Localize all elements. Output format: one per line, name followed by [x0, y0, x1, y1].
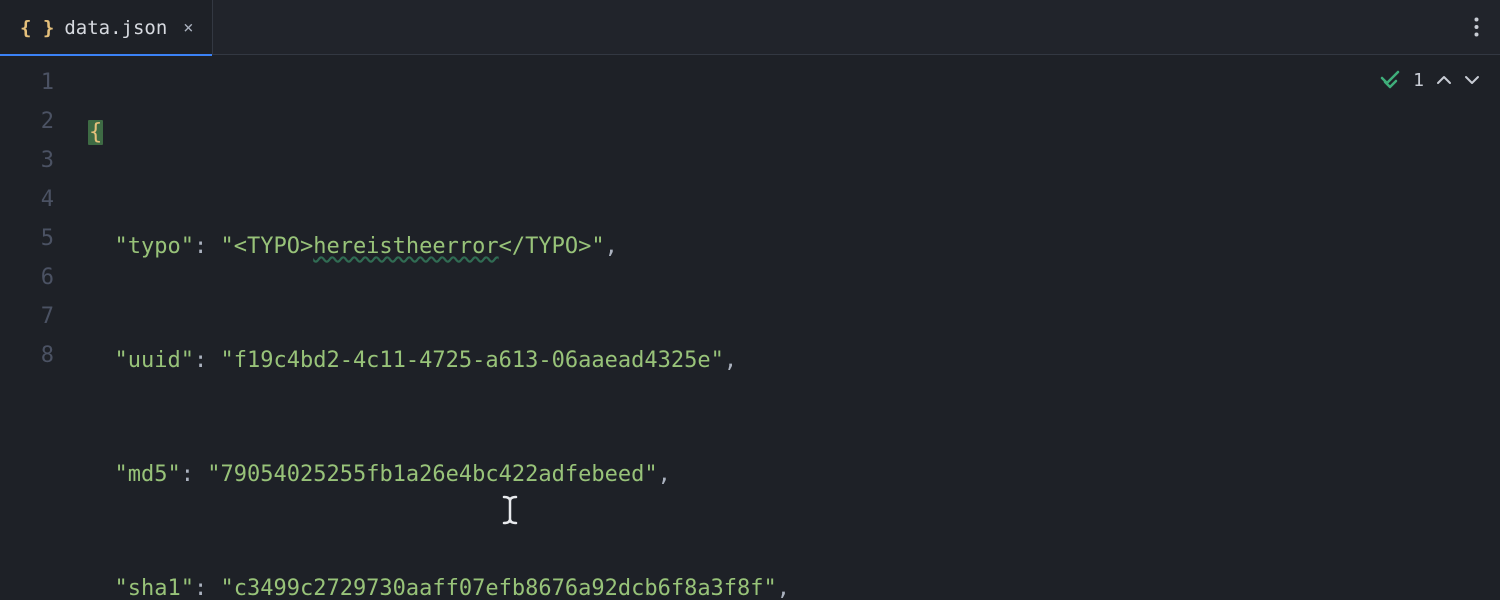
- code-area[interactable]: { "typo": "<TYPO>hereistheerror</TYPO>",…: [82, 55, 1500, 600]
- find-status-widget: 1: [1379, 67, 1480, 94]
- code-editor[interactable]: 1 1 2 3 4 5 6 7 8 { "typo": "<TYPO>herei…: [0, 55, 1500, 600]
- line-number: 4: [0, 180, 82, 219]
- tab-bar: { } data.json ×: [0, 0, 1500, 55]
- json-file-icon: { }: [20, 17, 54, 39]
- chevron-down-icon[interactable]: [1464, 70, 1480, 91]
- line-number-gutter: 1 2 3 4 5 6 7 8: [0, 55, 82, 600]
- tab-filename: data.json: [64, 17, 167, 39]
- line-number: 7: [0, 297, 82, 336]
- code-line: "uuid": "f19c4bd2-4c11-4725-a613-06aaead…: [82, 341, 1500, 380]
- code-line: "typo": "<TYPO>hereistheerror</TYPO>",: [82, 227, 1500, 266]
- code-line: "sha1": "c3499c2729730aaff07efb8676a92dc…: [82, 569, 1500, 600]
- line-number: 3: [0, 141, 82, 180]
- close-icon[interactable]: ×: [183, 18, 193, 38]
- tab-data-json[interactable]: { } data.json ×: [0, 0, 213, 55]
- typo-underline: hereistheerror: [313, 234, 498, 259]
- checkmark-icon: [1379, 67, 1401, 94]
- code-line: {: [82, 113, 1500, 152]
- line-number: 2: [0, 102, 82, 141]
- find-match-count: 1: [1413, 70, 1424, 91]
- chevron-up-icon[interactable]: [1436, 70, 1452, 91]
- code-line: "md5": "79054025255fb1a26e4bc422adfebeed…: [82, 455, 1500, 494]
- line-number: 6: [0, 258, 82, 297]
- line-number: 5: [0, 219, 82, 258]
- line-number: 8: [0, 336, 82, 375]
- more-actions-icon[interactable]: [1452, 0, 1500, 54]
- line-number: 1: [0, 63, 82, 102]
